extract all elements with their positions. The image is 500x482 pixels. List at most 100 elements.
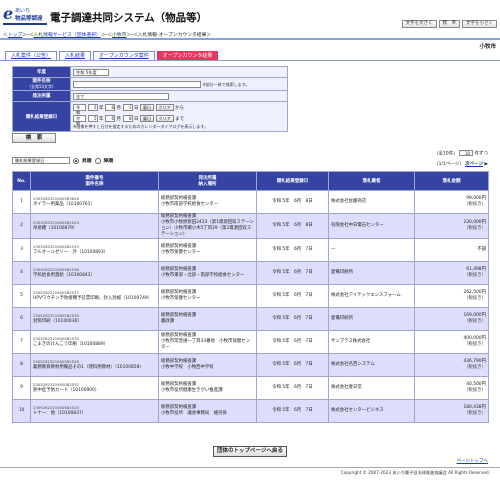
from-year-input[interactable]: 5 bbox=[87, 104, 98, 111]
section-select[interactable]: 全て bbox=[73, 92, 169, 100]
row-winner: 有限会社中日電石センター bbox=[328, 213, 415, 239]
row-winner: 愛備印刷所 bbox=[328, 307, 415, 331]
font-smaller-button[interactable]: 文字を小さく bbox=[462, 20, 497, 28]
row-winner: 株式会社春日堂 bbox=[328, 376, 415, 400]
next-page-link[interactable]: 次ページ bbox=[465, 162, 483, 167]
next-arrow-icon[interactable]: ▶ bbox=[485, 162, 488, 167]
per-page-select[interactable]: 10 bbox=[459, 150, 474, 156]
date-from-row: 令和 5 年 6 月 1 日 暦日 クリア から bbox=[73, 102, 285, 115]
row-winner: — bbox=[328, 238, 415, 262]
sort-desc-radio[interactable] bbox=[94, 157, 101, 164]
to-day-input[interactable]: 8 bbox=[122, 115, 133, 122]
row-case-cell: 2305262321900582530 こまきのけんこう印刷（10100889） bbox=[30, 330, 159, 354]
tab-open-counter-results[interactable]: オープンカウンタ結果 bbox=[156, 51, 219, 60]
delivery-place: 小牧市南部学校給食センター bbox=[161, 202, 219, 207]
search-button[interactable]: 検 索 bbox=[12, 133, 56, 143]
case-name-link[interactable]: ボイラー用薬品（10100761） bbox=[33, 202, 95, 207]
to-calendar-button[interactable]: 暦日 bbox=[140, 115, 154, 122]
col-header-no: No. bbox=[12, 171, 31, 191]
page-indicator: （1/1ページ） bbox=[434, 162, 464, 167]
case-name-link[interactable]: 学校給食用蓋給（10100843） bbox=[33, 273, 95, 278]
tab-bid-cases[interactable]: 入札案件（公告） bbox=[5, 51, 58, 60]
case-name-link[interactable]: 封筒印刷（10100036） bbox=[33, 319, 82, 324]
from-year-value: 5 bbox=[93, 105, 97, 110]
row-no: 5 bbox=[12, 284, 31, 308]
row-amount-cell: 不調 bbox=[414, 238, 489, 262]
row-no: 10 bbox=[12, 399, 31, 423]
row-case-cell: 2305262321900582532 熱中症予防カード（10100900） bbox=[30, 376, 159, 400]
from-era-select[interactable]: 令和 bbox=[73, 104, 86, 115]
col-header-dept: 発注所属 納入場所 bbox=[158, 171, 257, 191]
row-winner: 株式会社アイテックエンスフォーム bbox=[328, 284, 415, 308]
row-amount-cell: 436,790円 （税抜き） bbox=[414, 353, 489, 377]
case-name-link[interactable]: トナー 他（10100837） bbox=[33, 411, 86, 416]
from-month-input[interactable]: 6 bbox=[105, 104, 115, 111]
row-dept-cell: 総務部契約検査課 小牧市役所健康生きがい推進課 bbox=[158, 376, 257, 400]
total-count: （全10件） bbox=[433, 151, 458, 157]
from-calendar-button[interactable]: 暦日 bbox=[140, 104, 154, 111]
back-to-top-page-button[interactable]: 団体のトップページへ戻る bbox=[213, 446, 287, 457]
to-month-input[interactable]: 6 bbox=[105, 115, 115, 122]
row-amount-cell: 400,000円 （税抜き） bbox=[414, 330, 489, 354]
date-label: 開札結果登録日 bbox=[12, 101, 71, 132]
row-case-cell: 2305262321900582537 HPVワクチン予防接種予診票印刷、封入封緘… bbox=[30, 284, 159, 308]
year-unit: 年 bbox=[99, 105, 104, 111]
case-name-input[interactable] bbox=[73, 80, 201, 88]
delivery-place: 小牧市役所 議会事務局 維持係 bbox=[161, 411, 227, 416]
to-era-select[interactable]: 令和 bbox=[73, 115, 86, 126]
table-row: 8 2305262321900582526 義務教育教材用備品その1（理科用教材）（… bbox=[12, 353, 489, 377]
from-day-input[interactable]: 1 bbox=[122, 104, 133, 111]
tab-open-counter-cases[interactable]: オープンカウンタ案件 bbox=[93, 51, 155, 60]
delivery-place: 小牧中学校 小牧西中学校 bbox=[161, 365, 214, 370]
case-name-sublabel: （全角50文字） bbox=[26, 84, 57, 89]
from-month-value: 6 bbox=[111, 105, 114, 110]
from-clear-button[interactable]: クリア bbox=[155, 104, 174, 111]
case-name-link[interactable]: 義務教育教材用備品その1（理科用教材）（10100858） bbox=[33, 365, 144, 370]
logo-name-text: 物品等調達 bbox=[15, 16, 43, 22]
section-label: 発注所属 bbox=[12, 90, 71, 102]
dept-name: 総務部契約検査課 bbox=[161, 313, 197, 318]
row-amount-cell: 230,000円 （税抜き） bbox=[414, 213, 489, 239]
delivery-place: 小牧市常普請一丁目33番地 小牧市保健センター bbox=[161, 339, 251, 350]
aichi-logo[interactable]: e あいち 物品等調達 bbox=[3, 6, 47, 26]
case-name-link[interactable]: こまきのけんこう印刷（10100889） bbox=[33, 342, 108, 347]
case-name-link[interactable]: フルオールゼリー 外（10100893） bbox=[33, 250, 108, 255]
year-label: 年度 bbox=[12, 66, 71, 78]
tax-note: （税抜き） bbox=[464, 411, 486, 416]
row-winner: 株式会社佐藤商店 bbox=[328, 190, 415, 214]
row-date: 令和 5年 6月 7日 bbox=[256, 284, 329, 308]
row-date: 令和 5年 6月 7日 bbox=[256, 261, 329, 285]
sort-field-select[interactable]: 開札結果登録日 bbox=[12, 157, 70, 164]
row-amount-cell: 169,000円 （税抜き） bbox=[414, 307, 489, 331]
row-amount-cell: 180,438円 （税抜き） bbox=[414, 399, 489, 423]
footer-divider bbox=[0, 467, 500, 468]
search-form: 年度 令和 5年度 案件名称 （全角50文字） ※部分一致で検索します。 発注所… bbox=[12, 66, 288, 132]
to-year-input[interactable]: 5 bbox=[87, 115, 98, 122]
delivery-place: 農政課 bbox=[161, 319, 175, 324]
tab-bid-results[interactable]: 入札結果 bbox=[59, 51, 92, 60]
page-top-link[interactable]: ページトップへ bbox=[457, 458, 488, 464]
row-dept-cell: 総務部契約検査課 小牧市役所 議会事務局 維持係 bbox=[158, 399, 257, 423]
delivery-place: 小牧市小牧原新田2423（第1資源回収ステーション）小牧市郷小木5丁目29（第2… bbox=[161, 220, 254, 237]
table-row: 7 2305262321900582530 こまきのけんこう印刷（10100889）… bbox=[12, 330, 489, 354]
font-larger-button[interactable]: 文字を大きく bbox=[401, 20, 437, 28]
case-name-link[interactable]: 吊易糖（10100879） bbox=[33, 226, 77, 231]
year-select[interactable]: 令和 5年度 bbox=[73, 68, 109, 76]
from-text: から bbox=[175, 105, 184, 111]
breadcrumb: ＜トップ＞-＜入札情報サービス（団体選択）＞-＜小牧市＞-＜入札情報-オープンカ… bbox=[3, 33, 212, 38]
sort-asc-radio[interactable] bbox=[73, 157, 79, 164]
case-name-link[interactable]: 熱中症予防カード（10100900） bbox=[33, 388, 99, 393]
col-header-amount: 落札金額 bbox=[414, 171, 489, 191]
pager-top: （全10件） 10 件ずつ bbox=[434, 150, 488, 157]
row-dept-cell: 総務部契約検査課 小牧市南部学校給食センター bbox=[158, 190, 257, 214]
case-name-note: ※部分一致で検索します。 bbox=[202, 81, 250, 87]
case-name-link[interactable]: HPVワクチン予防接種予診票印刷、封入封緘（10100749） bbox=[33, 296, 152, 301]
font-standard-button[interactable]: 標 準 bbox=[438, 20, 460, 28]
sort-desc-label: 降順 bbox=[103, 159, 114, 164]
row-amount-cell: 262,500円 （税抜き） bbox=[414, 284, 489, 308]
date-note: ※画像を押すと日付を指定するためのカレンダーダイアログを表示します。 bbox=[73, 124, 208, 129]
table-row: 4 2305262321900582536 学校給食用蓋給（10100843） 総務部… bbox=[12, 261, 489, 285]
to-clear-button[interactable]: クリア bbox=[155, 115, 174, 122]
logo-aichi-text: あいち bbox=[15, 8, 31, 14]
row-date: 令和 5年 6月 7日 bbox=[256, 353, 329, 377]
